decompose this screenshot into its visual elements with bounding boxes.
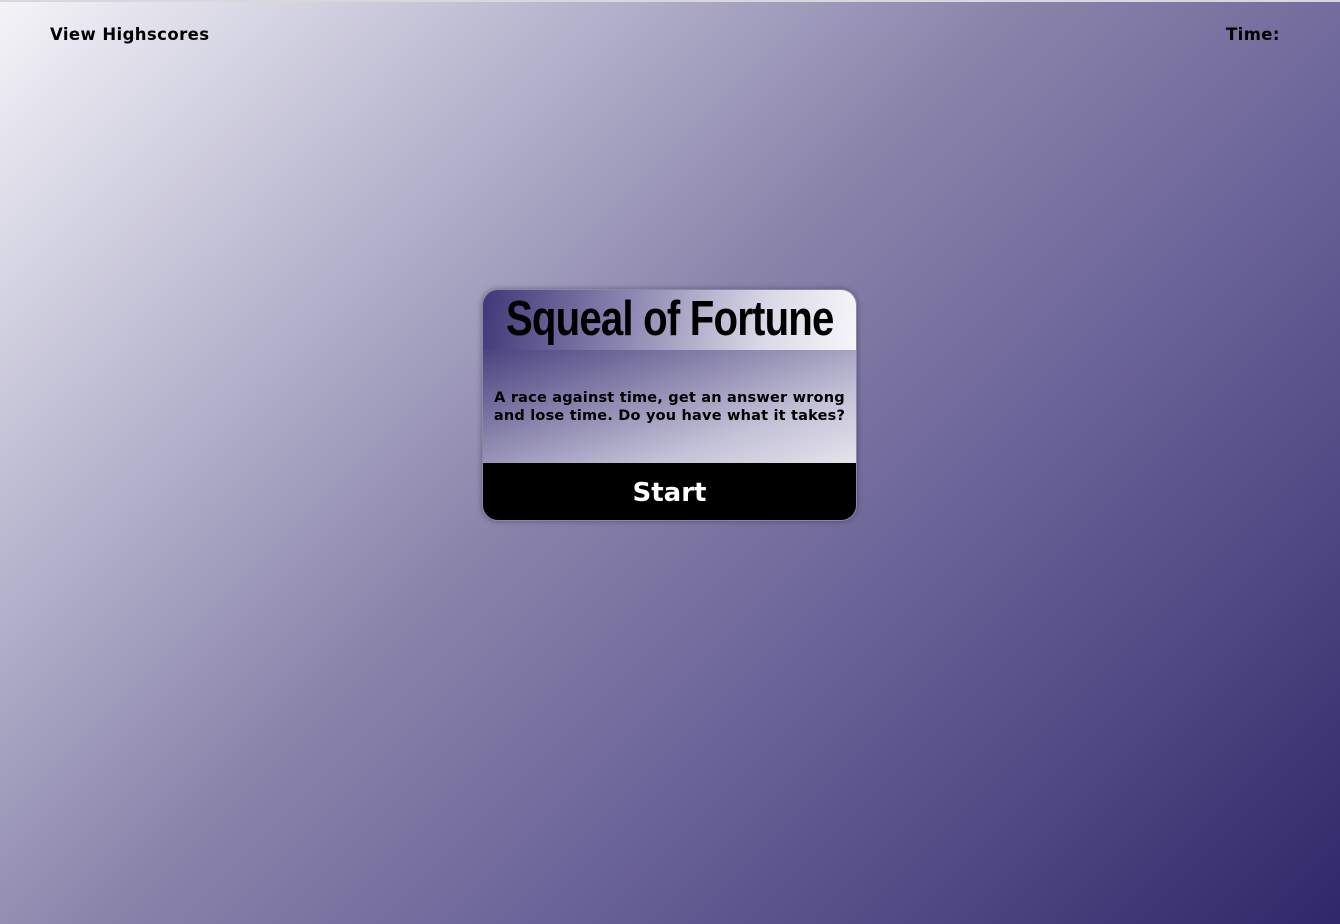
start-card: Squeal of Fortune A race against time, g… <box>482 289 857 521</box>
timer-label: Time: <box>1226 25 1280 44</box>
game-title: Squeal of Fortune <box>505 291 834 346</box>
card-header: Squeal of Fortune <box>483 290 856 350</box>
top-border <box>0 0 1340 2</box>
view-highscores-link[interactable]: View Highscores <box>50 25 209 44</box>
game-description: A race against time, get an answer wrong… <box>493 389 846 424</box>
start-button[interactable]: Start <box>483 463 856 520</box>
card-body: A race against time, get an answer wrong… <box>483 350 856 463</box>
